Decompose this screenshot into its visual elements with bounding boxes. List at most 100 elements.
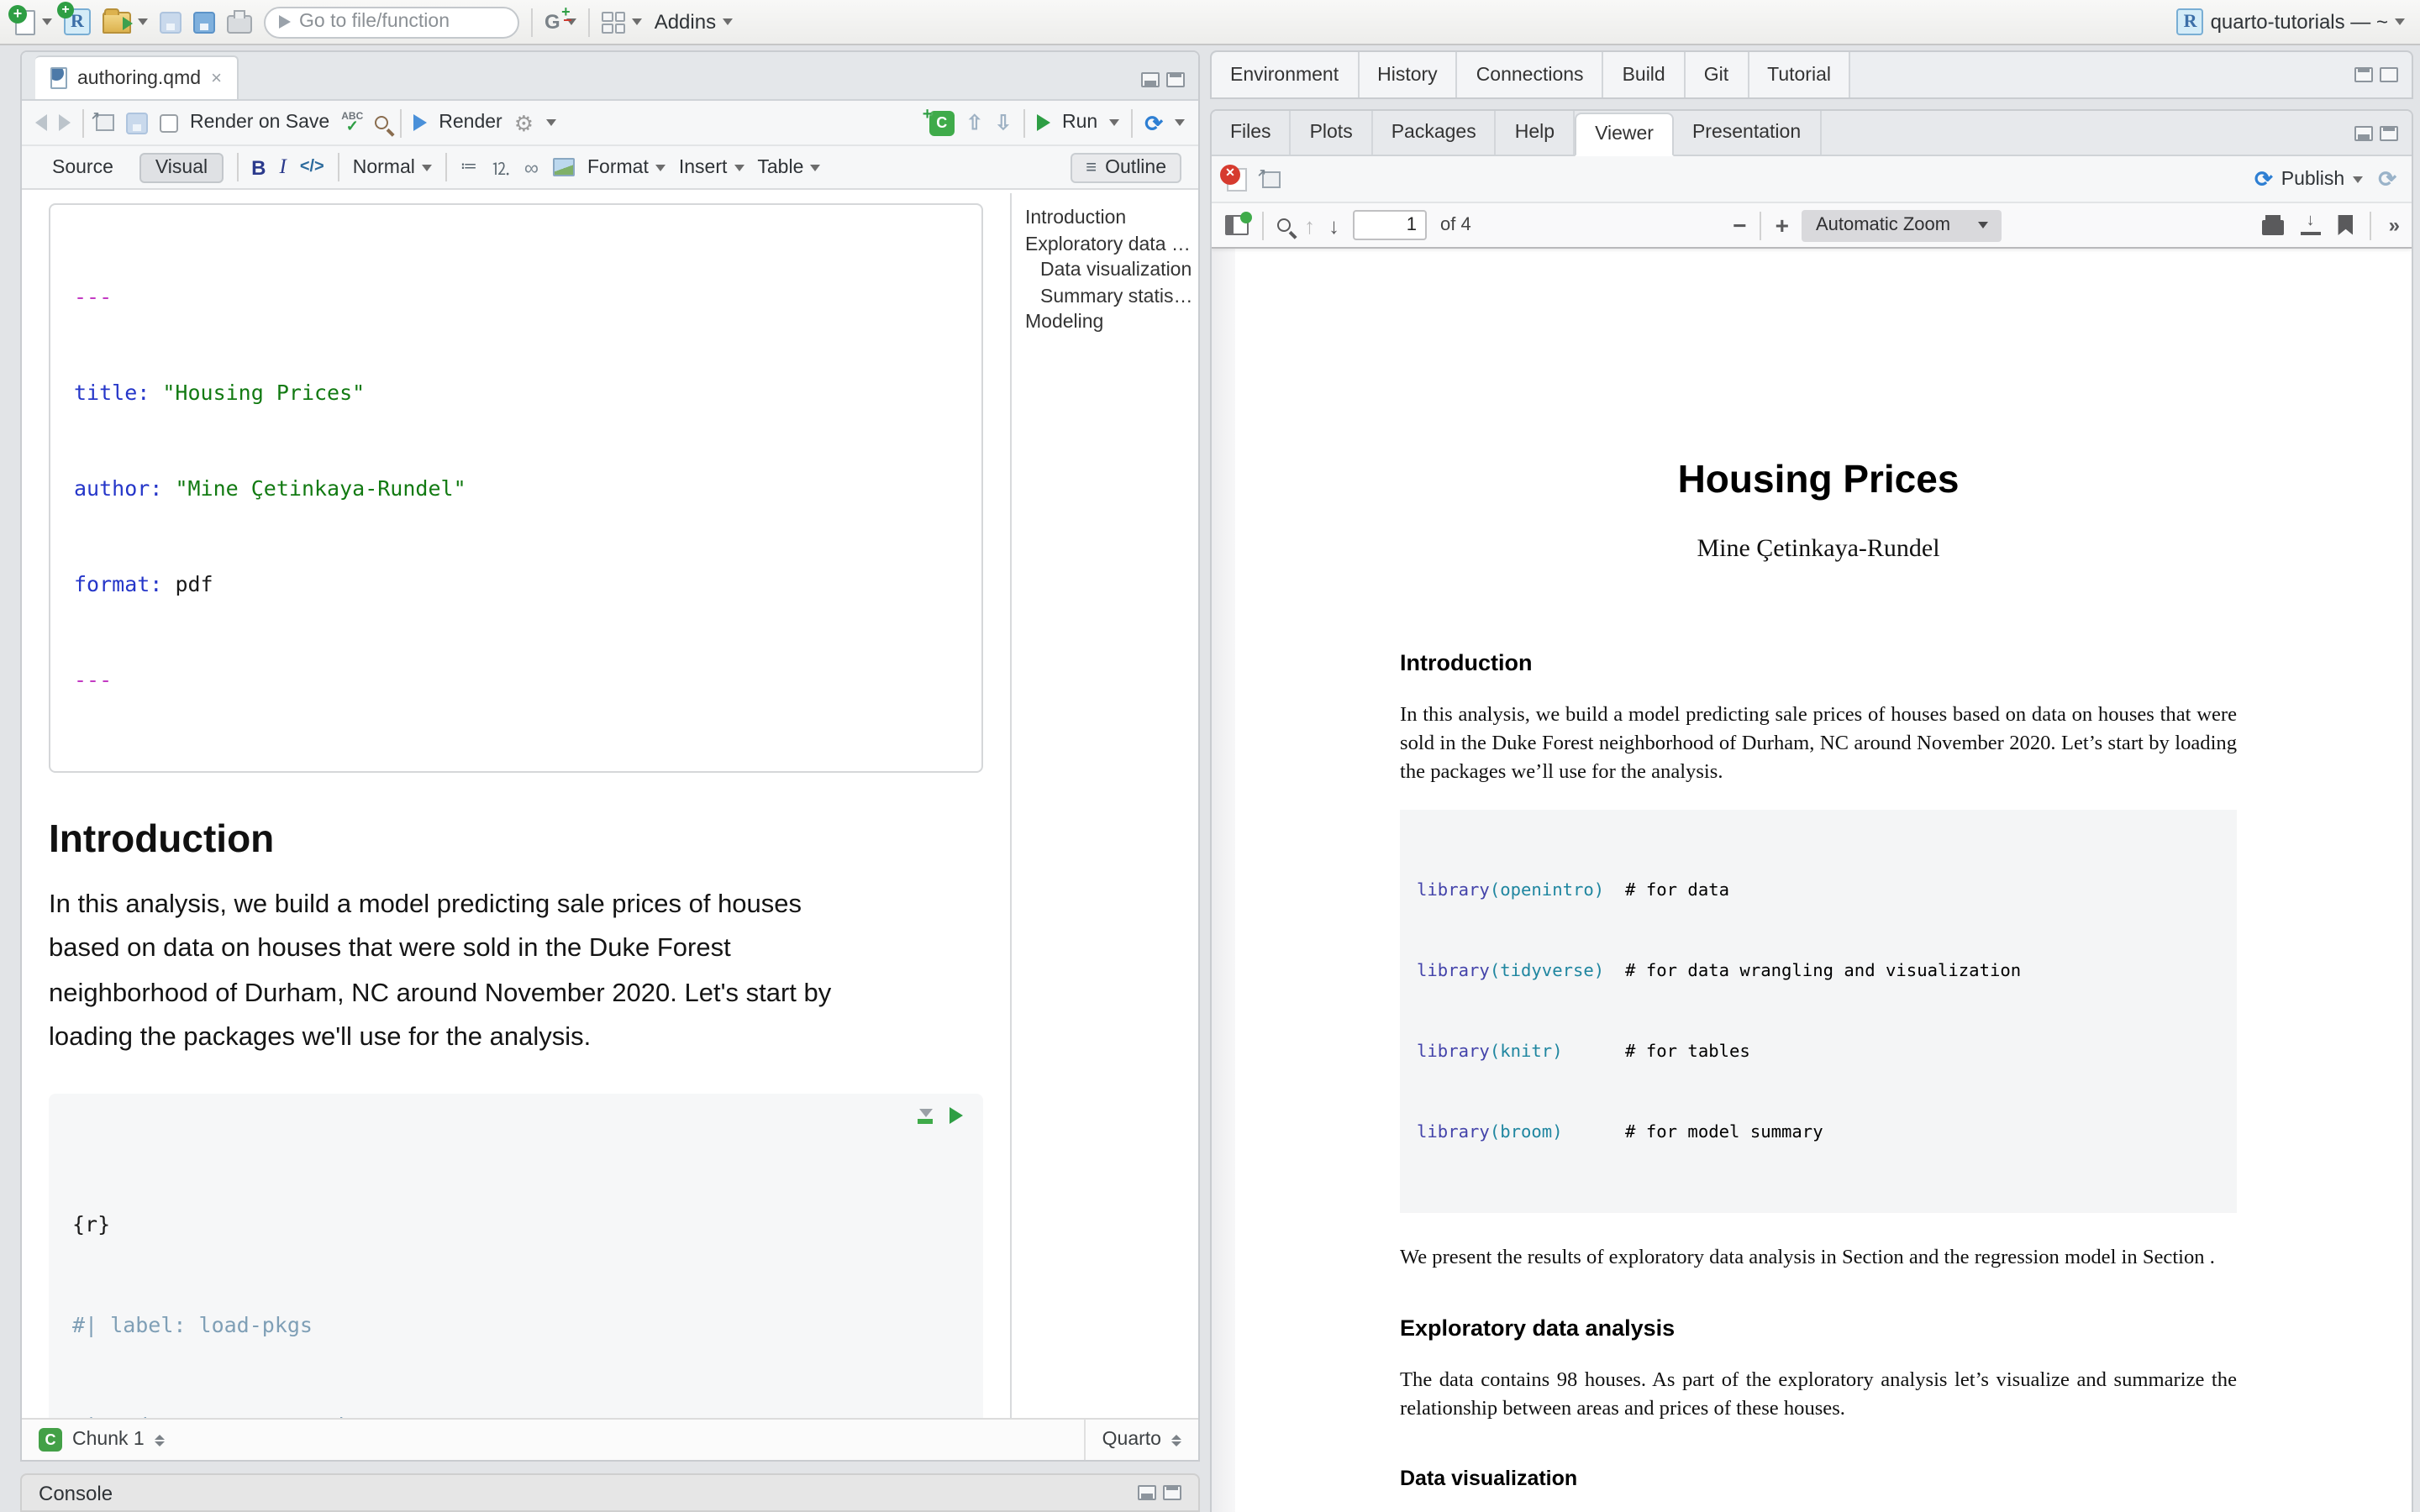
source-mode-button[interactable]: Source <box>39 154 127 181</box>
gear-icon[interactable]: ⚙ <box>514 112 534 134</box>
open-file-button[interactable] <box>103 11 148 33</box>
maximize-pane-icon[interactable] <box>2380 125 2398 140</box>
yaml-metadata-block[interactable]: --- title: "Housing Prices" author: "Min… <box>49 203 983 773</box>
dropdown-caret-icon[interactable] <box>2353 176 2363 182</box>
table-menu[interactable]: Table <box>757 157 820 177</box>
zoom-out-icon[interactable]: − <box>1733 212 1746 239</box>
print-icon[interactable] <box>227 15 252 34</box>
chunk-navigator[interactable]: C Chunk 1 <box>22 1428 1084 1452</box>
format-menu[interactable]: Format <box>587 157 666 177</box>
refresh-viewer-icon[interactable]: ⟳ <box>2378 168 2396 190</box>
outline-item-introduction[interactable]: Introduction <box>1025 207 1198 233</box>
minimize-pane-icon[interactable] <box>1138 1485 1156 1500</box>
document-canvas[interactable]: --- title: "Housing Prices" author: "Min… <box>22 193 1010 1418</box>
pdf-more-tools-icon[interactable]: » <box>2389 213 2398 237</box>
paragraph-style-dropdown[interactable]: Normal <box>353 157 432 177</box>
minimize-pane-icon[interactable] <box>2354 125 2373 140</box>
rstudio-window: R Go to file/function G+− Addins R <box>0 0 2420 1512</box>
dropdown-caret-icon[interactable] <box>545 119 555 126</box>
git-button[interactable]: G+− <box>544 12 577 32</box>
tab-plots[interactable]: Plots <box>1292 111 1373 155</box>
render-button[interactable]: Render <box>439 113 502 133</box>
outline-item-data-visualization[interactable]: Data visualization <box>1025 259 1198 285</box>
tab-files[interactable]: Files <box>1212 111 1292 155</box>
close-tab-icon[interactable]: × <box>211 68 222 88</box>
dropdown-caret-icon[interactable] <box>138 18 148 25</box>
tab-authoring-qmd[interactable]: authoring.qmd × <box>35 55 239 99</box>
popout-icon[interactable] <box>96 114 114 131</box>
open-in-new-window-icon[interactable] <box>1262 171 1281 187</box>
pdf-print-icon[interactable] <box>2263 220 2285 235</box>
minimize-pane-icon[interactable] <box>1141 72 1160 87</box>
outline-item-summary-statistics[interactable]: Summary statis… <box>1025 285 1198 311</box>
run-chunks-above-icon[interactable] <box>918 1108 933 1123</box>
maximize-pane-icon[interactable] <box>1166 72 1185 87</box>
addins-menu[interactable]: Addins <box>655 10 733 34</box>
tab-packages[interactable]: Packages <box>1373 111 1497 155</box>
publish-button[interactable]: ⟳ Publish <box>2254 168 2363 190</box>
image-icon[interactable] <box>552 158 574 176</box>
code-chunk[interactable]: {r} #| label: load-pkgs #| code-summary:… <box>49 1094 983 1418</box>
outline-item-modeling[interactable]: Modeling <box>1025 311 1198 337</box>
save-doc-icon[interactable] <box>126 112 148 134</box>
dropdown-caret-icon[interactable] <box>633 18 643 25</box>
previous-page-icon[interactable]: ↑ <box>1304 213 1315 238</box>
tab-tutorial[interactable]: Tutorial <box>1749 52 1851 97</box>
pdf-bookmark-icon[interactable] <box>2338 215 2354 235</box>
code-format-button[interactable]: </> <box>300 158 324 176</box>
insert-menu[interactable]: Insert <box>679 157 744 177</box>
zoom-level-select[interactable]: Automatic Zoom <box>1802 209 2001 241</box>
tab-git[interactable]: Git <box>1686 52 1749 97</box>
forward-icon[interactable] <box>59 114 71 131</box>
panes-layout-button[interactable] <box>602 11 643 33</box>
outline-item-eda[interactable]: Exploratory data … <box>1025 233 1198 259</box>
dropdown-caret-icon[interactable] <box>42 18 52 25</box>
visual-mode-button[interactable]: Visual <box>140 152 223 182</box>
tab-presentation[interactable]: Presentation <box>1674 111 1821 155</box>
dropdown-caret-icon[interactable] <box>1175 119 1185 126</box>
pdf-sidebar-toggle-icon[interactable] <box>1225 215 1249 235</box>
goto-file-input[interactable]: Go to file/function <box>264 6 519 38</box>
dropdown-caret-icon[interactable] <box>1109 119 1119 126</box>
bullet-list-icon[interactable]: ≔ <box>460 158 479 176</box>
run-button[interactable]: Run <box>1062 113 1097 133</box>
link-icon[interactable]: ∞ <box>524 155 539 179</box>
new-project-button[interactable]: R <box>64 8 91 35</box>
back-icon[interactable] <box>35 114 47 131</box>
maximize-pane-icon[interactable] <box>2354 67 2373 82</box>
pdf-viewport[interactable]: Housing Prices Mine Çetinkaya-Rundel Int… <box>1212 249 2412 1512</box>
tab-build[interactable]: Build <box>1604 52 1686 97</box>
restore-pane-icon[interactable] <box>2380 67 2398 82</box>
project-menu[interactable]: R quarto-tutorials — ~ <box>2177 8 2405 35</box>
numbered-list-icon[interactable]: ⒓ <box>492 155 511 180</box>
run-previous-icon[interactable]: ⇧ <box>966 111 983 134</box>
page-number-input[interactable] <box>1353 210 1427 240</box>
tab-viewer[interactable]: Viewer <box>1575 113 1674 156</box>
render-on-save-checkbox[interactable] <box>160 113 178 132</box>
next-page-icon[interactable]: ↓ <box>1328 213 1339 238</box>
pdf-search-icon[interactable] <box>1277 218 1291 232</box>
new-file-button[interactable] <box>15 9 52 34</box>
maximize-pane-icon[interactable] <box>1163 1485 1181 1500</box>
tab-help[interactable]: Help <box>1497 111 1575 155</box>
bold-button[interactable]: B <box>251 155 266 179</box>
chunk-nav-arrows-icon[interactable] <box>155 1434 165 1446</box>
rerun-icon[interactable]: ⟳ <box>1144 112 1163 134</box>
spellcheck-icon[interactable]: ABC✓ <box>341 114 363 131</box>
search-icon[interactable] <box>375 116 388 129</box>
tab-history[interactable]: History <box>1359 52 1458 97</box>
save-button[interactable] <box>160 11 182 33</box>
console-pane[interactable]: Console <box>20 1473 1200 1512</box>
tab-connections[interactable]: Connections <box>1458 52 1604 97</box>
stop-viewer-icon[interactable] <box>1227 167 1247 191</box>
run-next-icon[interactable]: ⇩ <box>995 111 1012 134</box>
insert-chunk-icon[interactable]: C <box>929 110 955 135</box>
save-all-button[interactable] <box>193 11 215 33</box>
zoom-in-icon[interactable]: + <box>1776 212 1789 239</box>
doc-type-selector[interactable]: Quarto <box>1084 1420 1198 1460</box>
italic-button[interactable]: I <box>279 155 286 180</box>
tab-environment[interactable]: Environment <box>1212 52 1359 97</box>
outline-toggle-button[interactable]: ≡ Outline <box>1071 152 1181 182</box>
pdf-download-icon[interactable] <box>2302 216 2322 234</box>
run-chunk-icon[interactable] <box>950 1107 963 1124</box>
